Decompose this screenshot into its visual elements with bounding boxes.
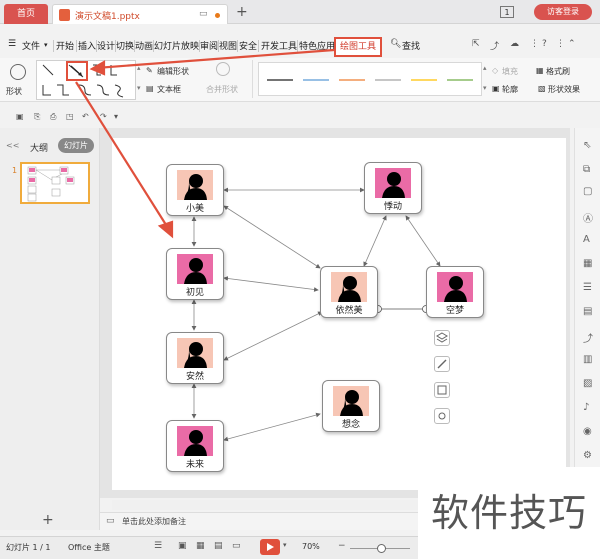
annotation-arrow-to-line: [95, 48, 335, 70]
node-label: 未来: [185, 460, 204, 470]
border-icon[interactable]: [434, 382, 450, 398]
slideshow-view-icon[interactable]: ▭: [232, 541, 241, 551]
grid-icon[interactable]: ▦: [583, 258, 592, 269]
person-silhouette-icon: [333, 386, 369, 416]
person-silhouette-icon: [177, 426, 213, 456]
export-icon[interactable]: ⤴: [583, 330, 593, 345]
person-silhouette-icon: [331, 272, 367, 302]
person-silhouette-icon: [177, 338, 213, 368]
node-zhengdong[interactable]: 悸动: [364, 162, 422, 214]
connector-weilai-xiangnian[interactable]: [223, 412, 321, 442]
person-silhouette-icon: [177, 254, 213, 284]
notes-toggle-icon[interactable]: ☰: [154, 541, 162, 551]
annotation-arrowhead: [89, 60, 106, 76]
node-label: 小美: [185, 204, 204, 214]
audio-icon[interactable]: ♪: [583, 402, 589, 413]
node-label: 悸动: [383, 202, 402, 212]
connector-xiaomei-yiranmei[interactable]: [223, 205, 321, 269]
pen-icon[interactable]: [434, 356, 450, 372]
document-icon[interactable]: ▤: [583, 306, 592, 317]
annotation-arrow-to-canvas: [75, 81, 169, 229]
node-label: 依然美: [335, 306, 363, 316]
zoom-level[interactable]: 70%: [302, 542, 320, 551]
text-icon[interactable]: A: [583, 234, 590, 245]
node-kongmeng[interactable]: 空梦: [426, 266, 484, 318]
node-chujian[interactable]: 初见: [166, 248, 224, 300]
connector-anran-yiranmei[interactable]: [223, 311, 323, 361]
zoom-slider-handle[interactable]: [377, 544, 386, 553]
node-label: 安然: [185, 372, 204, 382]
node-label: 想念: [341, 420, 360, 430]
notes-placeholder[interactable]: 单击此处添加备注: [122, 516, 186, 527]
normal-view-icon[interactable]: ▣: [178, 541, 187, 551]
person-silhouette-icon: [375, 168, 411, 198]
connector-zhengdong-yiranmei[interactable]: [363, 215, 387, 267]
node-label: 空梦: [445, 306, 464, 316]
layers-icon[interactable]: [434, 330, 450, 346]
node-weilai[interactable]: 未来: [166, 420, 224, 472]
person-silhouette-icon: [437, 272, 473, 302]
node-yiranmei[interactable]: 依然美: [320, 266, 378, 318]
comment-icon[interactable]: ▢: [583, 186, 592, 197]
image-icon[interactable]: ▨: [583, 378, 592, 389]
notes-icon: ▭: [106, 516, 115, 526]
reading-view-icon[interactable]: ▤: [214, 541, 223, 551]
theme-name: Office 主题: [68, 543, 110, 552]
play-slideshow-button[interactable]: [260, 539, 280, 555]
slide-counter: 幻灯片 1 / 1: [6, 543, 51, 552]
sorter-view-icon[interactable]: ▦: [196, 541, 205, 551]
node-xiangnian[interactable]: 想念: [322, 380, 380, 432]
node-anran[interactable]: 安然: [166, 332, 224, 384]
reading-icon[interactable]: Ⓐ: [583, 210, 593, 225]
select-icon[interactable]: ⇖: [583, 140, 591, 151]
play-options-icon[interactable]: ▾: [283, 541, 287, 549]
settings-icon[interactable]: ⚙: [583, 450, 592, 461]
zoom-out-icon[interactable]: −: [338, 541, 346, 551]
node-xiaomei[interactable]: 小美: [166, 164, 224, 216]
watermark: 软件技巧: [418, 467, 600, 559]
table-icon[interactable]: ▥: [583, 354, 592, 365]
adjust-icon[interactable]: ☰: [583, 282, 592, 293]
settings-icon[interactable]: [434, 408, 450, 424]
connector-zhengdong-kongmeng[interactable]: [405, 215, 441, 267]
person-silhouette-icon: [177, 170, 213, 200]
copy-icon[interactable]: ⧉: [583, 164, 590, 175]
node-label: 初见: [185, 288, 204, 298]
security-icon[interactable]: ◉: [583, 426, 592, 437]
connector-chujian-yiranmei[interactable]: [223, 276, 319, 292]
annotation-arrowhead: [157, 220, 174, 239]
